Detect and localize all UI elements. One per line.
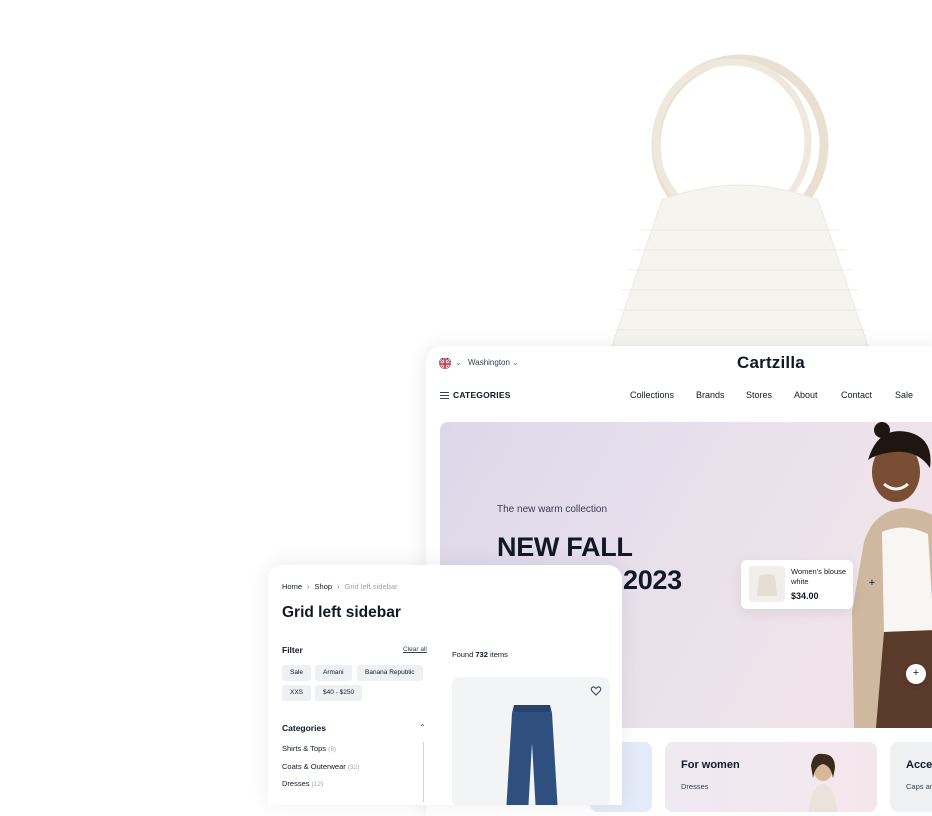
category-item[interactable]: Coats & Outerwear (32)	[282, 762, 359, 771]
results-count: Found 732 items	[452, 650, 508, 659]
hamburger-menu-icon	[440, 392, 449, 399]
uk-flag-icon[interactable]	[439, 357, 451, 369]
category-item[interactable]: Shirts & Tops (8)	[282, 744, 336, 753]
breadcrumb-separator: ›	[337, 582, 340, 591]
nav-stores[interactable]: Stores	[746, 390, 772, 400]
filter-heading: Filter	[282, 645, 303, 655]
category-name: Dresses	[282, 779, 310, 788]
hotspot-product-card[interactable]: Women's blouse white $34.00	[741, 560, 853, 609]
nav-about[interactable]: About	[794, 390, 818, 400]
category-name: Coats & Outerwear	[282, 762, 346, 771]
found-prefix: Found	[452, 650, 474, 659]
categories-scrollbar[interactable]	[423, 742, 424, 802]
category-item[interactable]: Dresses (12)	[282, 779, 323, 788]
jeans-product-image	[506, 705, 558, 805]
hero-subtitle: The new warm collection	[497, 504, 608, 515]
nav-contact[interactable]: Contact	[841, 390, 872, 400]
breadcrumb-home[interactable]: Home	[282, 582, 302, 591]
chevron-down-icon[interactable]: ⌄	[455, 358, 462, 367]
filter-chip[interactable]: $40 - $250	[315, 685, 363, 701]
category-tile-accessories[interactable]: Acce Caps an	[890, 742, 932, 812]
tile-subtitle: Caps an	[906, 782, 932, 791]
found-count: 732	[475, 650, 488, 659]
category-count: (12)	[311, 781, 324, 788]
breadcrumb-shop[interactable]: Shop	[315, 582, 333, 591]
nav-sale[interactable]: Sale	[895, 390, 913, 400]
product-price: $34.00	[791, 591, 819, 601]
shop-grid-window: Home › Shop › Grid left sidebar Grid left si…	[268, 565, 622, 805]
hotspot-plus-button[interactable]: +	[906, 664, 926, 684]
category-count: (32)	[347, 764, 360, 771]
hero-year: 2023	[623, 565, 682, 595]
category-tile-women[interactable]: For women Dresses	[665, 742, 877, 812]
filter-chip[interactable]: Sale	[282, 665, 312, 681]
nav-collections[interactable]: Collections	[630, 390, 674, 400]
tile-subtitle: Dresses	[681, 782, 709, 791]
tile-title: Acce	[906, 759, 932, 771]
categories-button[interactable]: CATEGORIES	[440, 390, 511, 400]
product-card[interactable]	[452, 677, 610, 805]
product-name: Women's blouse white	[791, 567, 847, 586]
brand-logo[interactable]: Cartzilla	[737, 353, 805, 373]
breadcrumb-current: Grid left sidebar	[344, 582, 398, 591]
category-count: (8)	[328, 746, 337, 753]
product-thumbnail	[749, 566, 785, 602]
main-nav: CATEGORIES Collections Brands Stores Abo…	[426, 386, 932, 406]
handbag-image	[600, 50, 880, 350]
breadcrumb: Home › Shop › Grid left sidebar	[282, 582, 398, 591]
heart-icon[interactable]	[590, 685, 602, 697]
hotspot-plus-button[interactable]: +	[864, 576, 880, 592]
top-bar: ⌄ Washington ⌄ Cartzilla	[426, 346, 932, 382]
filter-chip[interactable]: Banana Republic	[357, 665, 423, 681]
categories-label: CATEGORIES	[453, 390, 511, 400]
women-model-image	[809, 753, 837, 812]
chevron-up-icon[interactable]: ⌃	[419, 723, 426, 732]
nav-brands[interactable]: Brands	[696, 390, 725, 400]
clear-all-link[interactable]: Clear all	[403, 646, 427, 653]
chevron-down-icon[interactable]: ⌄	[512, 358, 519, 367]
breadcrumb-separator: ›	[307, 582, 310, 591]
category-name: Shirts & Tops	[282, 744, 327, 753]
filter-chip[interactable]: XXS	[282, 685, 312, 701]
hero-title: NEW FALL	[497, 532, 633, 562]
page-title: Grid left sidebar	[282, 604, 401, 621]
city-selector[interactable]: Washington	[468, 358, 510, 367]
categories-heading[interactable]: Categories	[282, 723, 326, 733]
filter-chip[interactable]: Armani	[315, 665, 352, 681]
found-suffix: items	[489, 650, 508, 659]
tile-title: For women	[681, 759, 740, 771]
